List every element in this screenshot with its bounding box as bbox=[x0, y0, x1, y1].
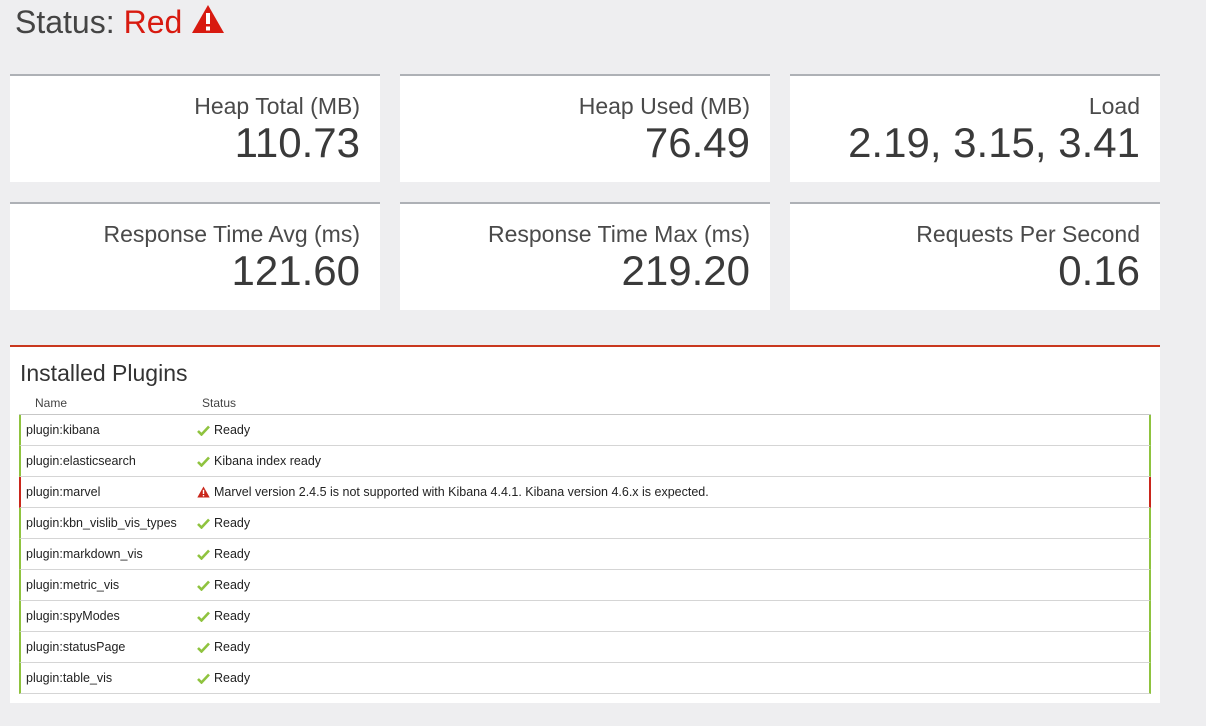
plugins-title: Installed Plugins bbox=[20, 360, 188, 386]
plugin-status: Ready bbox=[197, 547, 250, 561]
plugin-status: Marvel version 2.4.5 is not supported wi… bbox=[197, 485, 709, 499]
table-row: plugin:spyModes Ready bbox=[19, 601, 1151, 632]
warning-triangle-icon bbox=[192, 5, 225, 33]
plugin-status-message: Ready bbox=[214, 547, 251, 561]
status-state: Red bbox=[123, 4, 183, 40]
plugins-table: Name Status plugin:kibana Ready plugin:ela… bbox=[19, 391, 1151, 694]
plugin-status: Kibana index ready bbox=[197, 454, 321, 468]
metric-response-time-avg: Response Time Avg (ms) 121.60 bbox=[10, 202, 380, 310]
table-row: plugin:kibana Ready bbox=[19, 415, 1151, 446]
metric-requests-per-second: Requests Per Second 0.16 bbox=[790, 202, 1160, 310]
metric-value: 0.16 bbox=[1058, 247, 1140, 294]
table-body: plugin:kibana Ready plugin:elasticsearch Ki… bbox=[19, 415, 1151, 694]
checkmark-icon bbox=[197, 641, 210, 654]
installed-plugins-panel: Installed Plugins Name Status plugin:kib… bbox=[10, 345, 1160, 703]
plugin-status: Ready bbox=[197, 609, 250, 623]
overall-status: Status: Red bbox=[15, 2, 225, 42]
metric-value: 110.73 bbox=[234, 119, 360, 166]
plugin-name: plugin:elasticsearch bbox=[26, 454, 136, 468]
plugin-name: plugin:marvel bbox=[26, 485, 101, 499]
checkmark-icon bbox=[197, 548, 210, 561]
plugin-status-message: Ready bbox=[214, 671, 251, 685]
checkmark-icon bbox=[197, 424, 210, 437]
metric-value: 2.19, 3.15, 3.41 bbox=[848, 119, 1140, 166]
plugin-status-message: Marvel version 2.4.5 is not supported wi… bbox=[214, 485, 709, 499]
plugin-status-message: Ready bbox=[214, 609, 251, 623]
metric-label: Heap Total (MB) bbox=[194, 93, 360, 119]
plugin-status-message: Ready bbox=[214, 423, 251, 437]
metric-label: Response Time Max (ms) bbox=[487, 221, 750, 247]
table-row: plugin:table_vis Ready bbox=[19, 663, 1151, 694]
plugin-status: Ready bbox=[197, 423, 250, 437]
checkmark-icon bbox=[197, 517, 210, 530]
metric-value: 219.20 bbox=[621, 247, 750, 294]
metric-value: 121.60 bbox=[231, 247, 360, 294]
metric-heap-used: Heap Used (MB) 76.49 bbox=[400, 74, 770, 182]
plugin-status: Ready bbox=[197, 671, 250, 685]
table-row: plugin:metric_vis Ready bbox=[19, 570, 1151, 601]
metric-heap-total: Heap Total (MB) 110.73 bbox=[10, 74, 380, 182]
plugin-name: plugin:markdown_vis bbox=[26, 547, 143, 561]
metric-value: 76.49 bbox=[644, 119, 750, 166]
table-row: plugin:elasticsearch Kibana index ready bbox=[19, 446, 1151, 477]
plugin-status-message: Kibana index ready bbox=[214, 454, 322, 468]
plugin-name: plugin:kbn_vislib_vis_types bbox=[26, 516, 177, 530]
plugin-status: Ready bbox=[197, 516, 250, 530]
column-header-status: Status bbox=[202, 395, 237, 410]
metric-label: Load bbox=[1088, 93, 1140, 119]
plugin-name: plugin:kibana bbox=[26, 423, 100, 437]
warning-triangle-icon bbox=[197, 486, 210, 499]
metric-label: Response Time Avg (ms) bbox=[103, 221, 360, 247]
checkmark-icon bbox=[197, 455, 210, 468]
metric-label: Heap Used (MB) bbox=[578, 93, 750, 119]
table-row: plugin:marvel Marvel version 2.4.5 is not… bbox=[19, 477, 1151, 508]
table-row: plugin:kbn_vislib_vis_types Ready bbox=[19, 508, 1151, 539]
table-row: plugin:statusPage Ready bbox=[19, 632, 1151, 663]
plugin-status: Ready bbox=[197, 578, 250, 592]
table-header: Name Status bbox=[19, 391, 1151, 415]
plugin-status: Ready bbox=[197, 640, 250, 654]
plugin-name: plugin:metric_vis bbox=[26, 578, 120, 592]
plugin-name: plugin:table_vis bbox=[26, 671, 113, 685]
checkmark-icon bbox=[197, 579, 210, 592]
table-row: plugin:markdown_vis Ready bbox=[19, 539, 1151, 570]
status-page: Status: Red Heap Total (MB) 110.73 Heap … bbox=[0, 0, 1206, 726]
column-header-name: Name bbox=[35, 395, 68, 410]
plugin-name: plugin:spyModes bbox=[26, 609, 120, 623]
plugin-status-message: Ready bbox=[214, 578, 251, 592]
plugin-status-message: Ready bbox=[214, 516, 251, 530]
checkmark-icon bbox=[197, 672, 210, 685]
metric-response-time-max: Response Time Max (ms) 219.20 bbox=[400, 202, 770, 310]
plugin-name: plugin:statusPage bbox=[26, 640, 126, 654]
plugin-status-message: Ready bbox=[214, 640, 251, 654]
status-prefix: Status: bbox=[15, 4, 115, 40]
checkmark-icon bbox=[197, 610, 210, 623]
metric-load: Load 2.19, 3.15, 3.41 bbox=[790, 74, 1160, 182]
metric-label: Requests Per Second bbox=[916, 221, 1140, 247]
